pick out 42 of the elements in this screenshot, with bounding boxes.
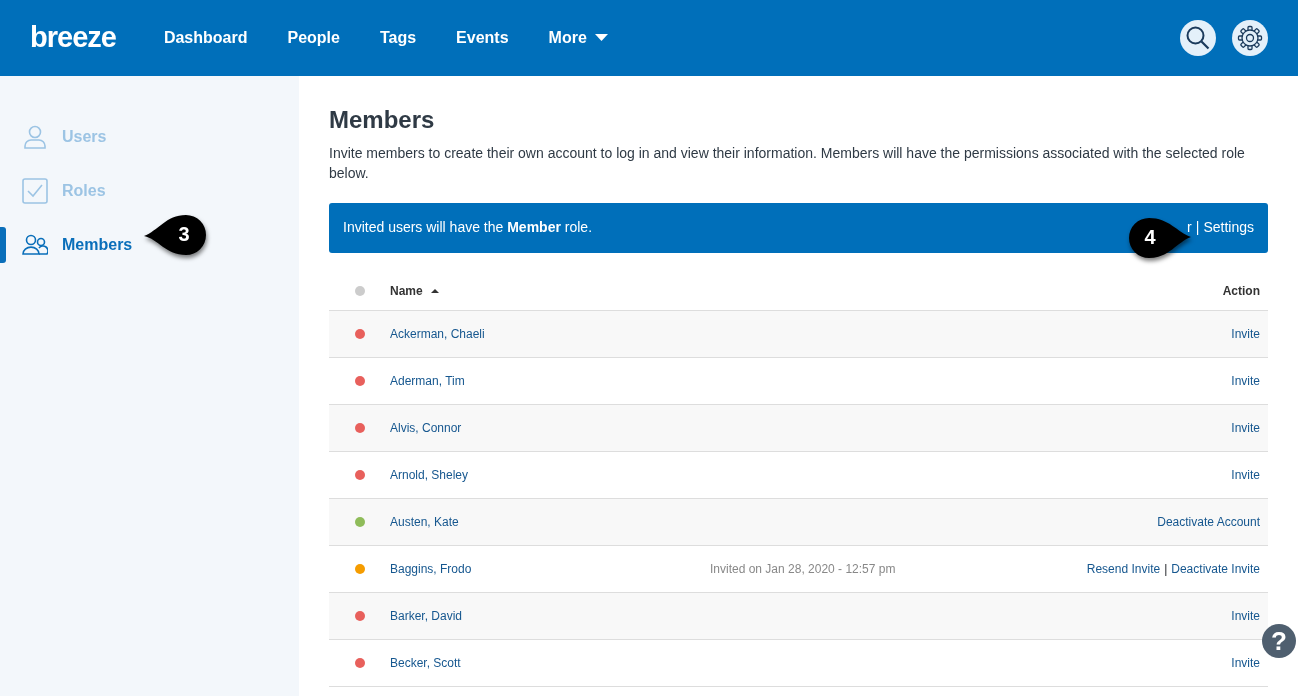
sort-icon [430,288,439,295]
action-link[interactable]: Invite [1231,324,1260,343]
nav-link[interactable]: People [287,26,340,50]
member-name-link[interactable]: Austen, Kate [390,514,459,529]
member-name-link[interactable]: Becker, Scott [390,655,461,670]
action-link[interactable]: Resend Invite [1086,559,1161,578]
action-link[interactable]: Deactivate Invite [1171,559,1260,578]
action-link[interactable]: Invite [1231,371,1260,390]
person-icon [22,124,48,150]
page-title: Members [329,106,436,135]
column-header: Action [1222,284,1260,299]
settings-button[interactable] [1232,20,1268,56]
separator-text: | [1195,218,1200,238]
member-name-link[interactable]: Aderman, Tim [390,373,465,388]
selection-indicator [0,227,6,263]
action-link[interactable]: Invite [1231,465,1260,484]
action-link[interactable]: Invite [1231,653,1260,672]
nav-link[interactable]: More [548,26,608,50]
checkbox-icon [22,178,48,204]
separator-text: | [1164,560,1168,578]
nav-link[interactable]: Tags [379,26,417,50]
action-link[interactable]: Invite [1231,606,1260,625]
help-button[interactable]: ? [1262,624,1296,658]
action-link[interactable]: Deactivate Account [1157,512,1260,531]
member-name-link[interactable]: Barker, David [390,608,463,623]
member-name-link[interactable]: Alvis, Connor [390,420,462,435]
status-dot [354,286,365,297]
logo[interactable]: breeze [30,16,116,60]
banner-text: Invited users will have the Member role. [343,218,592,238]
sidebar-item[interactable]: Members [0,218,137,272]
action-link[interactable]: Invite [1231,418,1260,437]
member-name-link[interactable]: Ackerman, Chaeli [390,326,485,341]
nav-link[interactable]: Events [456,26,509,50]
banner-link[interactable]: Settings [1203,217,1254,239]
invite-note: Invited on Jan 28, 2020 - 12:57 pm [710,561,896,576]
nav-link[interactable]: Dashboard [163,26,248,50]
member-name-link[interactable]: Arnold, Sheley [390,467,469,482]
column-header[interactable]: Name [390,282,423,301]
page-description: Invite members to create their own account to log in and view their information. Members will have the permissions associated with the selected role below. [329,143,1246,183]
people-icon [22,232,48,258]
search-button[interactable] [1180,20,1216,56]
member-name-link[interactable]: Baggins, Frodo [390,561,472,576]
